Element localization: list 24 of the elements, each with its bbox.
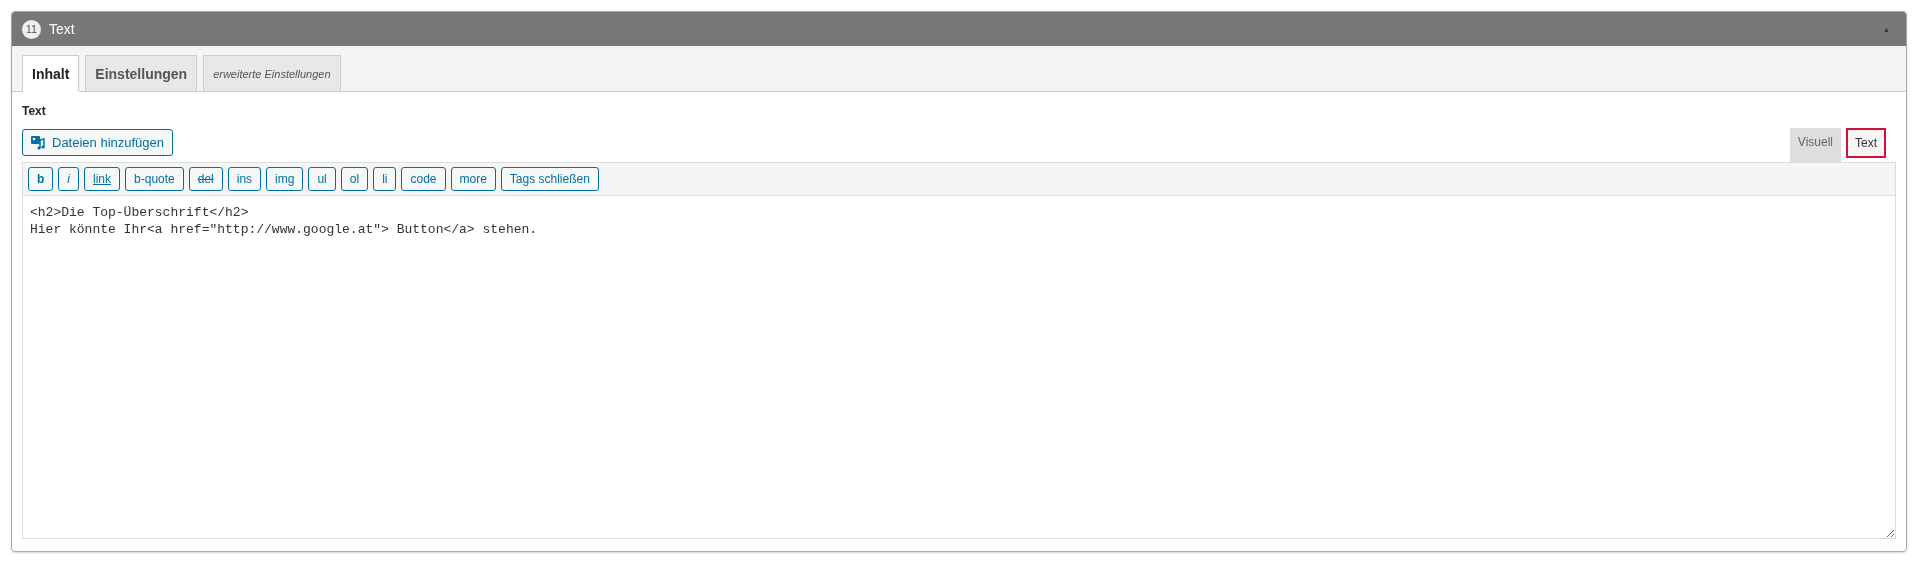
tab[interactable]: Inhalt [22,55,80,92]
code-editor-field[interactable]: <h2>Die Top-Überschrift</h2> Hier könnte Ihr<a href="http://www.google.at"> Button</a> stehen. [22,196,1896,539]
panel-title: Text [49,21,76,37]
toolbar-button[interactable]: ins [227,167,262,191]
field-label: Text [22,104,47,118]
toolbar-button[interactable]: img [266,167,304,191]
media-icon [31,135,46,150]
tab[interactable]: erweiterte Einstellungen [203,55,341,92]
toolbar-button[interactable]: i [58,167,79,191]
toolbar-button[interactable]: li [373,167,397,191]
toolbar-button[interactable]: ol [340,167,369,191]
toolbar-button[interactable]: Tags schließen [500,167,599,191]
add-media-button[interactable]: Dateien hinzufügen [22,129,174,156]
panel-number: 11 [22,19,41,39]
editor-tab[interactable]: Visuell [1789,128,1841,163]
toolbar-button[interactable]: ul [308,167,336,191]
tab[interactable]: Einstellungen [85,55,198,92]
toolbar-button[interactable]: b-quote [125,167,184,191]
editor-tab[interactable]: Text [1846,128,1886,158]
toolbar-button[interactable]: more [450,167,496,191]
toolbar-button[interactable]: b [28,167,54,191]
toolbar-button[interactable]: code [401,167,446,191]
toolbar-button[interactable]: del [188,167,223,191]
toolbar-button[interactable]: link [84,167,121,191]
